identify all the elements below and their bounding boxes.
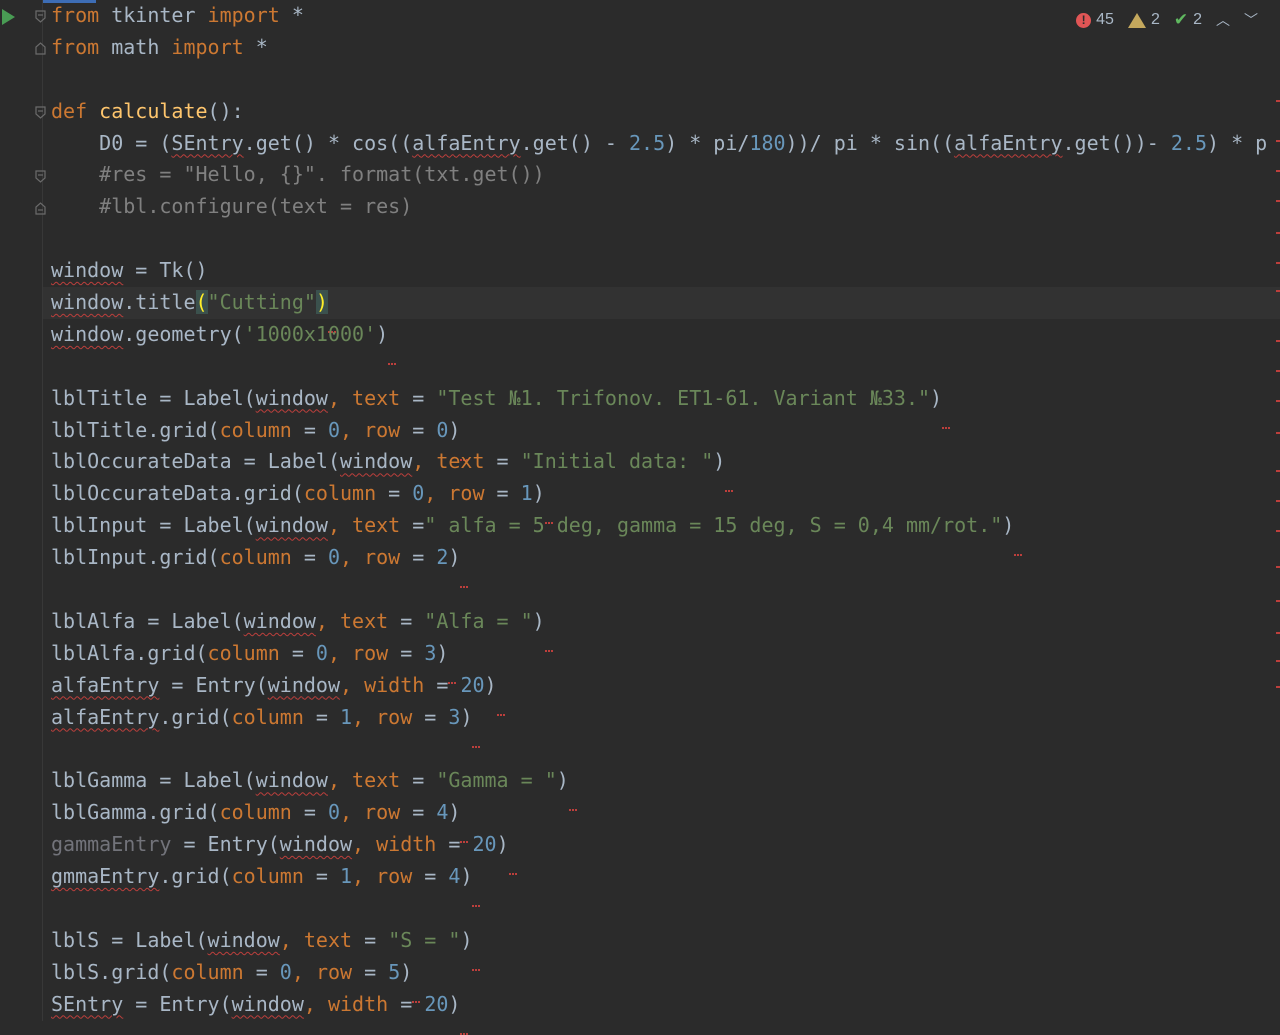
error-marker [460,431,469,461]
error-stripe-mark[interactable] [1276,232,1280,234]
code-line[interactable]: gammaEntry = Entry(window, width = 20) [51,829,1280,876]
error-marker [496,686,505,716]
code-line[interactable]: lblAlfa = Label(window, text = "Alfa = "… [51,606,1280,652]
code-line[interactable]: #lbl.configure(text = res) [51,191,1280,223]
error-stripe-mark[interactable] [1276,660,1280,662]
code-line[interactable]: gmmaEntry.grid(column = 1, row = 4) [51,861,1280,908]
error-marker [725,462,734,493]
error-stripe-mark[interactable] [1276,100,1280,102]
error-marker [460,1005,469,1035]
code-line[interactable]: lblS.grid(column = 0, row = 5) [51,957,1280,1003]
code-line[interactable]: window.title("Cutting") [43,287,1280,334]
error-stripe-mark[interactable] [1276,262,1280,264]
code-line[interactable]: lblOccurateData = Label(window, text = "… [51,446,1280,493]
code-line[interactable]: lblInput.grid(column = 0, row = 2) [51,542,1280,589]
error-stripe-mark[interactable] [1276,140,1280,142]
error-marker [544,494,553,525]
code-editor[interactable]: from tkinter import * from math import * d… [43,0,1280,1035]
run-icon[interactable] [2,9,15,25]
code-line[interactable]: window = Tk() [51,255,1280,302]
fold-close-icon[interactable] [35,42,46,55]
error-stripe-mark[interactable] [1276,686,1280,688]
fold-open-icon[interactable] [35,10,46,23]
error-stripe-mark[interactable] [1276,566,1280,568]
error-marker [448,654,457,684]
error-marker [472,718,481,748]
error-stripe-mark[interactable] [1276,530,1280,532]
code-line[interactable]: lblInput = Label(window, text =" alfa = … [51,510,1280,557]
error-marker [568,781,577,812]
code-line[interactable]: from math import * [51,32,1280,64]
code-line[interactable] [51,223,1280,255]
error-stripe-mark[interactable] [1276,600,1280,602]
code-line[interactable]: lblOccurateData.grid(column = 0, row = 1… [51,478,1280,525]
error-stripe-mark[interactable] [1276,170,1280,172]
error-stripe-mark[interactable] [1276,200,1280,202]
error-stripe-mark[interactable] [1276,470,1280,472]
editor-gutter[interactable] [0,0,42,1021]
error-stripe-mark[interactable] [1276,432,1280,434]
code-line[interactable] [51,64,1280,96]
code-line[interactable] [51,733,1280,765]
error-marker [472,877,481,908]
code-line[interactable] [51,351,1280,383]
code-line[interactable]: alfaEntry = Entry(window, width = 20) [51,670,1280,716]
code-line[interactable]: lblGamma.grid(column = 0, row = 4) [51,797,1280,844]
error-marker [207,271,216,302]
error-stripe-mark[interactable] [1276,400,1280,402]
code-line[interactable] [51,893,1280,925]
error-marker [472,941,481,971]
fold-open-icon[interactable] [35,106,46,119]
code-line[interactable] [51,574,1280,606]
code-line[interactable]: def calculate(): [51,96,1280,128]
error-stripe-mark[interactable] [1276,500,1280,502]
error-marker [460,813,469,844]
code-line[interactable]: from tkinter import * [51,0,1280,32]
error-stripe-mark[interactable] [1276,370,1280,372]
error-marker [388,335,397,365]
fold-open-icon[interactable] [35,170,46,183]
gutter-divider [42,0,43,1021]
error-marker [412,973,421,1003]
code-line[interactable]: SEntry = Entry(window, width = 20) [51,989,1280,1035]
code-line[interactable]: lblGamma = Label(window, text = "Gamma =… [51,765,1280,812]
code-line[interactable]: lblS = Label(window, text = "S = ") [51,925,1280,971]
error-stripe-mark[interactable] [1276,290,1280,292]
error-marker [327,303,336,334]
error-marker [508,845,517,876]
code-line[interactable]: lblAlfa.grid(column = 0, row = 3) [51,638,1280,684]
error-marker [1014,526,1023,557]
error-marker [460,558,469,589]
error-stripe-mark[interactable] [1276,340,1280,342]
fold-close-icon[interactable] [35,202,46,215]
code-line[interactable]: D0 = (SEntry.get() * cos((alfaEntry.get(… [51,128,1280,160]
code-line[interactable]: alfaEntry.grid(column = 1, row = 3) [51,702,1280,748]
code-line[interactable]: window.geometry('1000x1000') [51,319,1280,365]
error-marker [544,622,553,652]
code-line[interactable]: lblTitle = Label(window, text = "Test №1… [51,383,1280,429]
code-line[interactable]: lblTitle.grid(column = 0, row = 0) [51,415,1280,461]
code-line[interactable]: #res = "Hello, {}". format(txt.get()) [51,159,1280,191]
error-stripe-mark[interactable] [1276,632,1280,634]
error-marker [942,399,951,429]
